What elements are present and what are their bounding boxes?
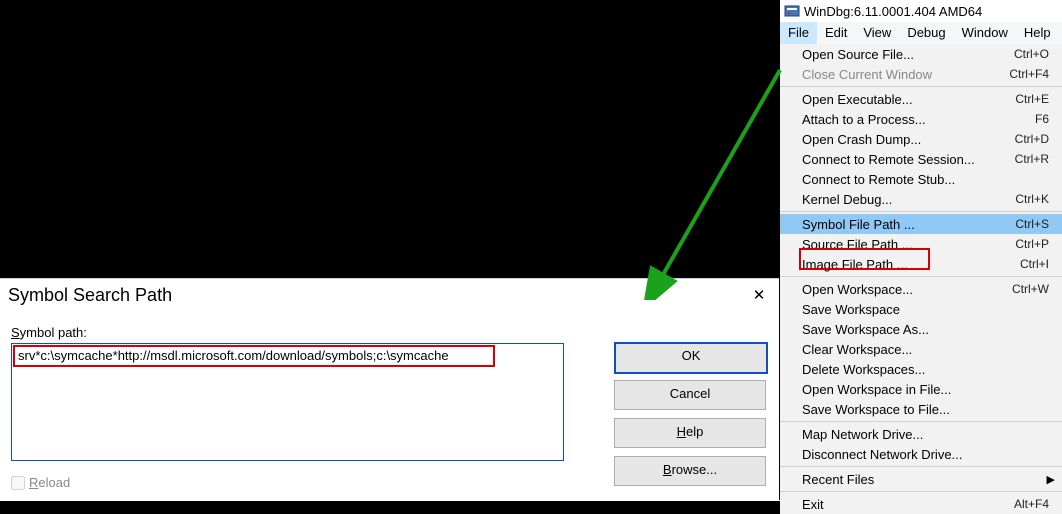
windbg-window: WinDbg:6.11.0001.404 AMD64 File Edit Vie… xyxy=(779,0,1062,500)
menu-item[interactable]: Image File Path ...Ctrl+I xyxy=(780,254,1062,274)
menu-item: Close Current WindowCtrl+F4 xyxy=(780,64,1062,84)
menu-file[interactable]: File xyxy=(780,22,817,44)
menu-debug[interactable]: Debug xyxy=(899,22,953,44)
menu-item[interactable]: Disconnect Network Drive... xyxy=(780,444,1062,464)
app-icon xyxy=(784,3,800,19)
menu-item[interactable]: Connect to Remote Stub... xyxy=(780,169,1062,189)
menubar: File Edit View Debug Window Help xyxy=(780,22,1062,44)
menu-window[interactable]: Window xyxy=(954,22,1016,44)
close-icon[interactable]: ✕ xyxy=(744,283,774,309)
browse-button[interactable]: Browse... xyxy=(614,456,766,486)
menu-item[interactable]: Open Workspace in File... xyxy=(780,379,1062,399)
menu-item[interactable]: Connect to Remote Session...Ctrl+R xyxy=(780,149,1062,169)
titlebar: WinDbg:6.11.0001.404 AMD64 xyxy=(780,0,1062,22)
menu-item[interactable]: Map Network Drive... xyxy=(780,424,1062,444)
menu-item[interactable]: Delete Workspaces... xyxy=(780,359,1062,379)
menu-help[interactable]: Help xyxy=(1016,22,1059,44)
reload-checkbox-box[interactable] xyxy=(11,476,25,490)
menu-item[interactable]: Open Crash Dump...Ctrl+D xyxy=(780,129,1062,149)
menu-item[interactable]: Open Executable...Ctrl+E xyxy=(780,89,1062,109)
menu-item[interactable]: Save Workspace xyxy=(780,299,1062,319)
menu-item[interactable]: Open Source File...Ctrl+O xyxy=(780,44,1062,64)
annotation-arrow xyxy=(640,60,800,300)
ok-button[interactable]: OK xyxy=(614,342,768,374)
window-title: WinDbg:6.11.0001.404 AMD64 xyxy=(804,4,982,19)
file-menu-dropdown: Open Source File...Ctrl+OClose Current W… xyxy=(780,44,1062,514)
menu-item[interactable]: Recent Files▶ xyxy=(780,469,1062,489)
menu-item[interactable]: Source File Path ...Ctrl+P xyxy=(780,234,1062,254)
menu-item[interactable]: Kernel Debug...Ctrl+K xyxy=(780,189,1062,209)
menu-item[interactable]: Attach to a Process...F6 xyxy=(780,109,1062,129)
menu-item[interactable]: Open Workspace...Ctrl+W xyxy=(780,279,1062,299)
menu-edit[interactable]: Edit xyxy=(817,22,855,44)
menu-item[interactable]: ExitAlt+F4 xyxy=(780,494,1062,514)
symbol-path-label: Symbol path: xyxy=(11,325,87,340)
menu-item[interactable]: Clear Workspace... xyxy=(780,339,1062,359)
menu-item[interactable]: Save Workspace to File... xyxy=(780,399,1062,419)
cancel-button[interactable]: Cancel xyxy=(614,380,766,410)
menu-item[interactable]: Symbol File Path ...Ctrl+S xyxy=(780,214,1062,234)
symbol-path-input[interactable]: srv*c:\symcache*http://msdl.microsoft.co… xyxy=(11,343,564,461)
menu-item[interactable]: Save Workspace As... xyxy=(780,319,1062,339)
reload-checkbox[interactable]: Reload xyxy=(11,475,70,490)
dialog-title: Symbol Search Path xyxy=(8,285,172,306)
menu-view[interactable]: View xyxy=(855,22,899,44)
help-button[interactable]: Help xyxy=(614,418,766,448)
symbol-search-path-dialog: Symbol Search Path ✕ Symbol path: srv*c:… xyxy=(0,278,780,501)
